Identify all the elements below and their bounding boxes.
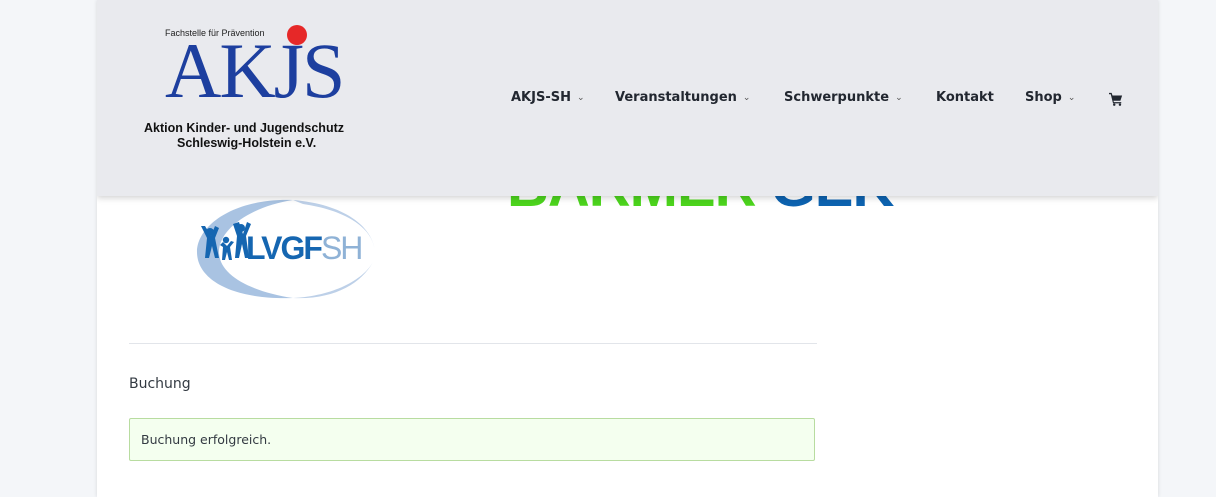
shopping-cart-icon[interactable]	[1109, 92, 1123, 106]
nav-item-shop[interactable]: Shop ⌄	[1025, 90, 1075, 105]
site-header: Fachstelle für Prävention AKJS Aktion Ki…	[97, 0, 1158, 196]
nav-label: AKJS-SH	[511, 90, 571, 105]
chevron-down-icon: ⌄	[895, 93, 903, 103]
chevron-down-icon: ⌄	[742, 93, 751, 103]
nav-item-akjs-sh[interactable]: AKJS-SH ⌄	[511, 90, 585, 105]
chevron-down-icon: ⌄	[576, 93, 585, 103]
nav-label: Veranstaltungen	[615, 90, 737, 105]
nav-label: Schwerpunkte	[784, 90, 890, 105]
alert-message: Buchung erfolgreich.	[141, 432, 272, 447]
lvgf-sh-logo: LVGFSH	[193, 196, 377, 304]
sh-text: SH	[320, 230, 363, 266]
nav-label: Kontakt	[936, 90, 994, 105]
lvgf-text: LVGF	[246, 230, 323, 266]
section-title: Buchung	[129, 376, 191, 392]
lvgf-logo-text: LVGFSH	[246, 230, 363, 266]
nav-item-veranstaltungen[interactable]: Veranstaltungen ⌄	[615, 90, 750, 105]
nav-label: Shop	[1025, 90, 1062, 105]
nav-item-kontakt[interactable]: Kontakt	[936, 90, 994, 105]
nav-item-schwerpunkte[interactable]: Schwerpunkte ⌄	[784, 90, 903, 105]
success-alert: Buchung erfolgreich.	[129, 418, 815, 461]
page-container: BARMER GEK LVGFSH Bu	[97, 0, 1158, 497]
main-navigation: AKJS-SH ⌄ Veranstaltungen ⌄ Schwerpunkte ⌄ …	[97, 0, 1158, 196]
section-divider	[129, 343, 817, 344]
chevron-down-icon: ⌄	[1067, 93, 1076, 103]
